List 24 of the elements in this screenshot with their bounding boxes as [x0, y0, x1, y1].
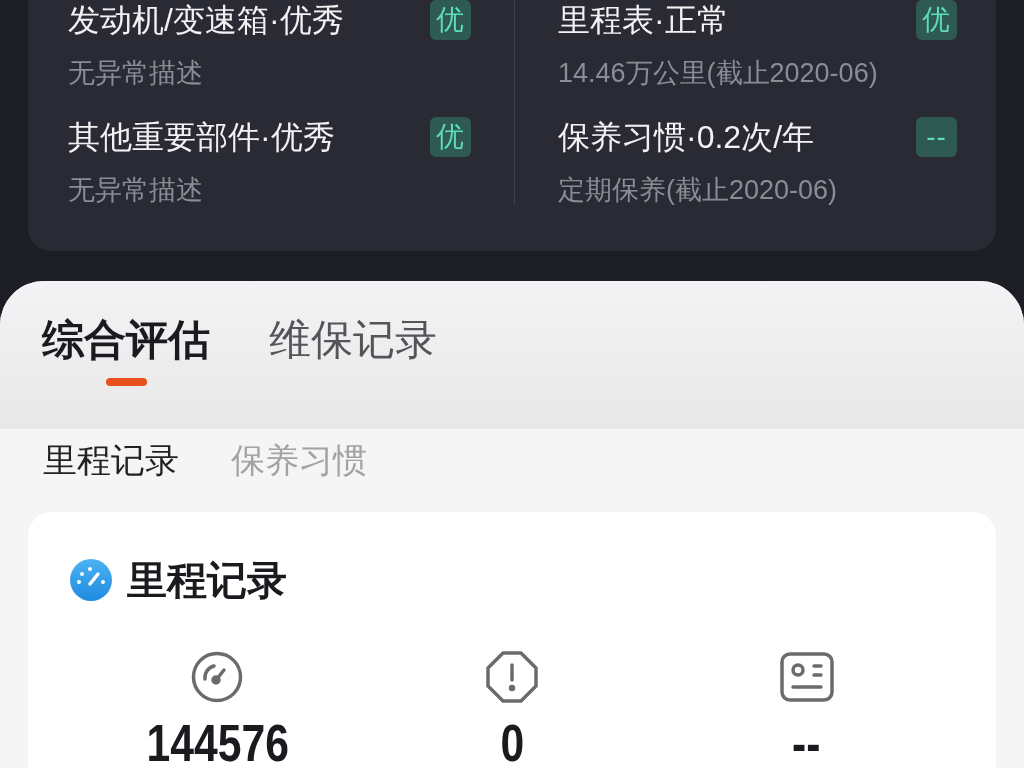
stat-value: 0 [500, 721, 524, 765]
item-description: 无异常描述 [68, 175, 204, 205]
item-title: 里程表·正常 [558, 2, 729, 38]
tab[interactable]: 综合评估 [42, 319, 210, 386]
rating-badge: 优 [916, 0, 957, 40]
warning-icon [486, 651, 538, 703]
rating-badge: 优 [430, 117, 471, 157]
item-title: 保养习惯·0.2次/年 [558, 119, 815, 155]
speedometer-icon [70, 559, 112, 601]
stat-value: 144576 [146, 721, 289, 765]
rating-badge: 优 [430, 0, 471, 40]
rating-badge: -- [916, 117, 957, 157]
item-description: 定期保养(截止2020-06) [558, 175, 839, 205]
stat-value: -- [792, 721, 821, 765]
tab[interactable]: 维保记录 [269, 319, 437, 361]
item-title: 发动机/变速箱·优秀 [68, 2, 344, 38]
item-description: 14.46万公里(截止2020-06) [558, 58, 879, 88]
gauge-icon [191, 651, 244, 703]
item-description: 无异常描述 [68, 58, 204, 88]
tab-underline [105, 378, 147, 386]
id-card-icon [779, 652, 834, 702]
card-title: 里程记录 [127, 559, 287, 601]
item-title: 其他重要部件·优秀 [68, 119, 335, 155]
sub-tab[interactable]: 里程记录 [43, 441, 179, 479]
